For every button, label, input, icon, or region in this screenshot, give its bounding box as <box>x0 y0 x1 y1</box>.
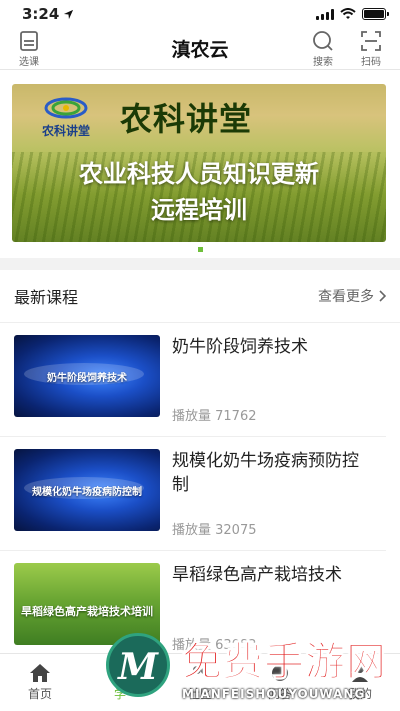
header-actions: 搜索 扫码 <box>306 30 388 68</box>
course-thumbnail: 规模化奶牛场疫病防控制 <box>14 449 160 531</box>
select-course-label: 选课 <box>19 56 39 68</box>
cellular-signal-icon <box>316 8 334 20</box>
tab-home-label: 首页 <box>27 687 52 701</box>
banner-heading: 农科讲堂 <box>120 100 253 138</box>
tab-home[interactable]: 首页 <box>0 654 80 711</box>
community-icon <box>193 666 207 674</box>
banner-subtitle-line1: 农业科技人员知识更新 <box>79 160 319 188</box>
search-icon <box>313 30 333 51</box>
banner-subtitle-line2: 远程培训 <box>151 196 247 224</box>
qa-icon <box>272 665 288 681</box>
status-icons <box>316 8 389 20</box>
search-button[interactable]: 搜索 <box>306 30 340 68</box>
tab-qa[interactable]: 问答 <box>240 654 320 711</box>
course-info: 旱稻绿色高产栽培技术 播放量 63082 <box>160 563 372 653</box>
logo-swoosh-icon <box>44 97 88 119</box>
course-title: 规模化奶牛场疫病预防控制 <box>172 451 359 495</box>
tab-study-label: 学 <box>113 687 126 701</box>
scan-label: 扫码 <box>361 56 381 68</box>
chevron-right-icon <box>379 290 386 302</box>
select-course-button[interactable]: 选课 <box>12 30 46 68</box>
battery-icon <box>362 8 389 20</box>
book-icon <box>20 30 38 51</box>
course-item[interactable]: 规模化奶牛场疫病防控制 规模化奶牛场疫病预防控制 播放量 32075 <box>0 437 386 551</box>
section-divider <box>0 258 400 270</box>
banner-logo: 农科讲堂 <box>28 92 104 139</box>
course-play-count: 播放量 32075 <box>172 523 257 538</box>
tab-study[interactable]: 学 <box>80 654 160 711</box>
view-more-label: 查看更多 <box>318 289 374 305</box>
bottom-tab-bar: 首页 学 社区 问答 我的 <box>0 653 400 711</box>
course-title: 旱稻绿色高产栽培技术 <box>172 565 342 585</box>
study-icon <box>110 665 130 675</box>
carousel-indicator <box>12 242 388 256</box>
section-title: 最新课程 <box>14 288 79 307</box>
home-icon <box>30 664 50 682</box>
banner-slide[interactable]: 农科讲堂 农科讲堂 农业科技人员知识更新 远程培训 <box>12 84 386 242</box>
banner-carousel: 农科讲堂 农科讲堂 农业科技人员知识更新 远程培训 <box>0 70 400 258</box>
carousel-dot-active[interactable] <box>197 246 203 252</box>
scan-button[interactable]: 扫码 <box>354 30 388 68</box>
search-label: 搜索 <box>313 56 333 68</box>
course-info: 奶牛阶段饲养技术 播放量 71762 <box>160 335 372 424</box>
course-thumbnail: 奶牛阶段饲养技术 <box>14 335 160 417</box>
status-time-group: 3:24 <box>22 5 74 23</box>
location-arrow-icon <box>64 9 74 19</box>
status-bar: 3:24 <box>0 0 400 28</box>
thumbnail-caption: 规模化奶牛场疫病防控制 <box>32 487 142 498</box>
thumbnail-caption: 奶牛阶段饲养技术 <box>47 373 127 384</box>
tab-profile-label: 我的 <box>347 687 372 701</box>
course-title: 奶牛阶段饲养技术 <box>172 337 308 357</box>
view-more-link[interactable]: 查看更多 <box>318 286 386 306</box>
course-play-count: 播放量 63082 <box>172 638 257 653</box>
thumbnail-caption: 旱稻绿色高产栽培技术培训 <box>21 605 153 618</box>
tab-qa-label: 问答 <box>267 687 292 701</box>
course-item[interactable]: 奶牛阶段饲养技术 奶牛阶段饲养技术 播放量 71762 <box>0 323 386 437</box>
banner-logo-mark <box>41 92 91 122</box>
tab-community[interactable]: 社区 <box>160 654 240 711</box>
status-time: 3:24 <box>22 5 60 23</box>
tab-profile[interactable]: 我的 <box>320 654 400 711</box>
latest-courses-header: 最新课程 查看更多 <box>0 270 400 323</box>
app-header: 滇农云 选课 搜索 扫码 <box>0 28 400 70</box>
scan-icon <box>361 30 381 51</box>
banner-logo-text: 农科讲堂 <box>41 124 90 138</box>
course-info: 规模化奶牛场疫病预防控制 播放量 32075 <box>160 449 372 538</box>
course-thumbnail: 旱稻绿色高产栽培技术培训 <box>14 563 160 645</box>
course-item[interactable]: 旱稻绿色高产栽培技术培训 旱稻绿色高产栽培技术 播放量 63082 <box>0 551 386 665</box>
course-play-count: 播放量 71762 <box>172 409 257 424</box>
tab-community-label: 社区 <box>187 687 212 701</box>
wifi-icon <box>340 8 356 19</box>
profile-icon <box>352 665 368 682</box>
